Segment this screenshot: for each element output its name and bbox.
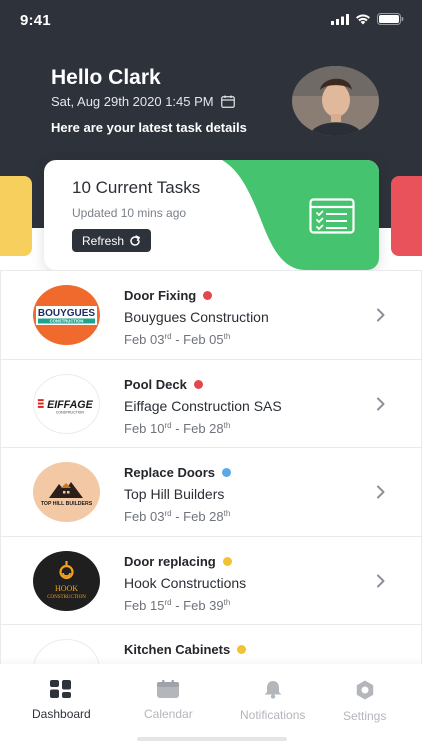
task-dates: Feb 15rd - Feb 39th	[124, 597, 231, 613]
priority-dot	[222, 468, 232, 477]
greeting-title: Hello Clark	[51, 66, 161, 89]
task-dates: Feb 10rd - Feb 28th	[124, 420, 231, 436]
refresh-icon	[130, 234, 140, 246]
nav-calendar[interactable]: Calendar	[144, 680, 193, 721]
status-icons	[331, 13, 404, 25]
task-dates: Feb 03rd - Feb 05th	[124, 332, 231, 347]
task-title: Kitchen Cabinets	[124, 642, 247, 657]
nav-label: Calendar	[144, 707, 193, 721]
nav-dashboard[interactable]: Dashboard	[32, 680, 91, 721]
task-summary-card[interactable]: 10 Current Tasks Updated 10 mins ago Ref…	[44, 160, 379, 270]
task-company: Hook Constructions	[124, 574, 247, 591]
logo-text: BOUYGUES	[38, 308, 96, 319]
calendar-icon[interactable]	[220, 95, 235, 108]
task-list-icon	[309, 198, 355, 234]
current-tasks-title: 10 Current Tasks	[72, 178, 201, 197]
logo-text: TOP HILL BUILDERS	[41, 501, 93, 507]
nav-label: Settings	[343, 709, 387, 723]
bouygues-logo: BOUYGUES CONSTRUCTION	[33, 285, 100, 345]
bell-icon	[264, 681, 282, 699]
calendar-icon	[157, 680, 180, 698]
logo-subtext: CONSTRUCTION	[50, 319, 84, 324]
status-time: 9:41	[20, 12, 51, 29]
kitchen-cabinets-logo	[33, 639, 100, 664]
avatar[interactable]	[292, 66, 379, 136]
wifi-icon	[356, 14, 370, 25]
previous-card-peek[interactable]	[0, 176, 32, 256]
task-dates: Feb 03rd - Feb 28th	[124, 509, 231, 524]
hook-constructions-logo: HOOK CONSTRUCTION	[33, 550, 100, 611]
task-company: Eiffage Construction SAS	[124, 397, 282, 414]
header-subtitle: Here are your latest task details	[51, 120, 247, 135]
settings-icon	[356, 680, 373, 700]
task-title-text: Door replacing	[124, 553, 216, 569]
task-title-text: Replace Doors	[124, 465, 216, 480]
eiffage-logo: EIFFAGE CONSTRUCTION	[33, 373, 100, 434]
profile-photo	[292, 66, 379, 136]
nav-settings[interactable]: Settings	[343, 680, 386, 723]
task-title: Door replacing	[124, 554, 232, 569]
battery-icon	[377, 13, 404, 25]
refresh-label: Refresh	[82, 233, 125, 248]
updated-text: Updated 10 mins ago	[72, 206, 187, 220]
logo-text: HOOK	[55, 584, 78, 593]
task-title-text: Kitchen Cabinets	[124, 642, 231, 657]
header-datetime: Sat, Aug 29th 2020 1:45 PM	[51, 94, 235, 109]
priority-dot	[193, 379, 203, 389]
dashboard-icon	[50, 680, 72, 698]
chevron-right-icon[interactable]	[375, 397, 387, 411]
nav-label: Dashboard	[32, 707, 91, 721]
task-title: Door Fixing	[124, 288, 213, 303]
task-row[interactable]: BOUYGUES CONSTRUCTION Door Fixing Bouygu…	[0, 270, 422, 359]
task-row[interactable]: TOP HILL BUILDERS Replace Doors Top Hill…	[0, 447, 422, 536]
logo-subtext: CONSTRUCTION	[47, 595, 86, 600]
refresh-button[interactable]: Refresh	[72, 229, 152, 252]
task-title: Replace Doors	[124, 465, 232, 480]
task-row[interactable]: EIFFAGE CONSTRUCTION Pool Deck Eiffage C…	[0, 358, 422, 447]
priority-dot	[237, 645, 247, 654]
nav-label: Notifications	[240, 708, 306, 722]
datetime-text: Sat, Aug 29th 2020 1:45 PM	[51, 94, 214, 109]
task-row[interactable]: HOOK CONSTRUCTION Door replacing Hook Co…	[0, 535, 422, 624]
task-row[interactable]: Kitchen Cabinets	[0, 624, 422, 664]
chevron-right-icon[interactable]	[375, 485, 387, 499]
task-title-text: Pool Deck	[124, 376, 187, 392]
nav-notifications[interactable]: Notifications	[240, 680, 305, 722]
chevron-right-icon[interactable]	[375, 308, 387, 322]
priority-dot	[222, 556, 232, 566]
task-list[interactable]: BOUYGUES CONSTRUCTION Door Fixing Bouygu…	[0, 270, 422, 664]
task-title: Pool Deck	[124, 377, 203, 392]
logo-text: EIFFAGE	[47, 398, 93, 410]
priority-dot	[203, 291, 213, 300]
status-bar: 9:41	[0, 0, 422, 40]
home-indicator	[137, 737, 287, 741]
next-card-peek[interactable]	[391, 176, 422, 256]
logo-subtext: CONSTRUCTION	[56, 410, 85, 414]
chevron-right-icon[interactable]	[375, 574, 387, 588]
task-company: Bouygues Construction	[124, 309, 269, 325]
top-hill-builders-logo: TOP HILL BUILDERS	[33, 462, 100, 522]
task-title-text: Door Fixing	[124, 288, 197, 303]
task-company: Top Hill Builders	[124, 486, 225, 502]
cellular-signal-icon	[331, 13, 349, 25]
